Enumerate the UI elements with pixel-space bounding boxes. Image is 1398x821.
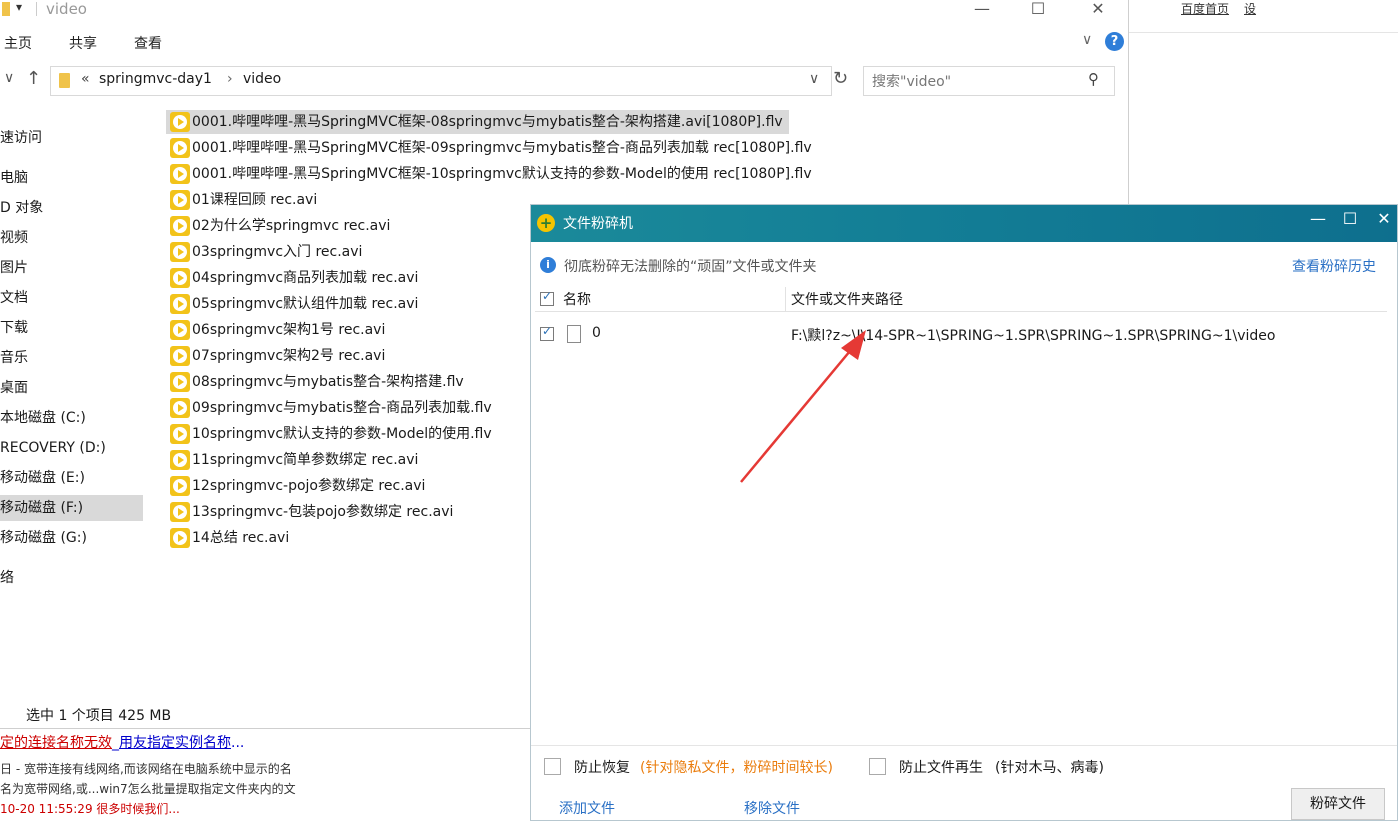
arrow-shaft (740, 344, 856, 483)
annotation-arrow (740, 330, 866, 483)
